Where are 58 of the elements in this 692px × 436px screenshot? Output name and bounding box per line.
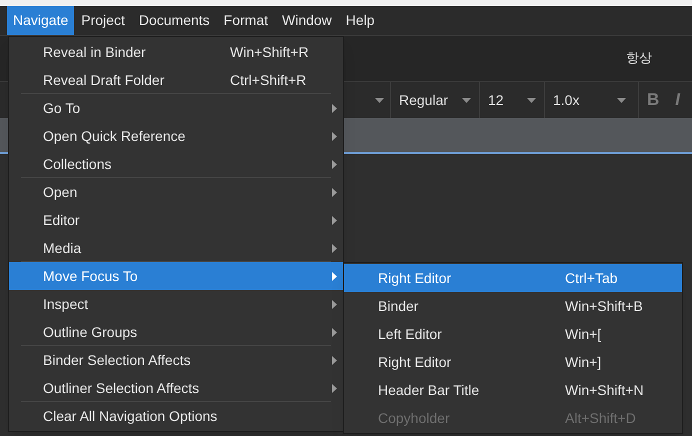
menu-item-label: Open bbox=[43, 182, 78, 202]
shortcut: Ctrl+Shift+R bbox=[230, 70, 306, 90]
menu-item[interactable]: Binder Selection Affects bbox=[9, 346, 343, 374]
menu-bar-item[interactable]: Documents bbox=[132, 6, 217, 35]
caret-icon bbox=[617, 98, 626, 102]
shortcut: Ctrl+Tab bbox=[565, 268, 618, 288]
menu-item[interactable]: Inspect bbox=[9, 290, 343, 318]
menu-item[interactable]: Outliner Selection Affects bbox=[9, 374, 343, 402]
menu-item-label: Binder Selection Affects bbox=[43, 350, 191, 370]
menu-item-label: Media bbox=[43, 238, 82, 258]
menu-bar-item[interactable]: Navigate bbox=[7, 6, 74, 35]
menu-item-label: Right Editor bbox=[378, 352, 452, 372]
menu-item-label: Reveal in Binder bbox=[43, 42, 146, 62]
menu-item[interactable]: Reveal in Binder Win+Shift+R bbox=[9, 38, 343, 66]
menu-item-label: Copyholder bbox=[378, 408, 450, 428]
caret-icon bbox=[462, 98, 471, 102]
menu-item[interactable]: Binder Win+Shift+B bbox=[344, 292, 682, 320]
menu-item-label: Collections bbox=[43, 154, 112, 174]
menu-bar-item[interactable]: Window bbox=[275, 6, 339, 35]
menu-item[interactable]: Reveal Draft Folder Ctrl+Shift+R bbox=[9, 66, 343, 94]
menu-item-label: Editor bbox=[43, 210, 80, 230]
shortcut: Win+[ bbox=[565, 324, 602, 344]
menu-item[interactable]: Editor bbox=[9, 206, 343, 234]
menu-item[interactable]: Media bbox=[9, 234, 343, 262]
menu-bar-item[interactable]: Format bbox=[216, 6, 275, 35]
menu-item[interactable]: Right Editor Win+] bbox=[344, 348, 682, 376]
menu-item[interactable]: Go To bbox=[9, 94, 343, 122]
menu-item-label: Binder bbox=[378, 296, 418, 316]
menu-item-label: Reveal Draft Folder bbox=[43, 70, 164, 90]
caret-icon bbox=[375, 98, 384, 102]
menu-item[interactable]: Right Editor Ctrl+Tab bbox=[344, 264, 682, 292]
menu-item[interactable]: Clear All Navigation Options bbox=[9, 402, 343, 430]
menu-bar-item[interactable]: Project bbox=[74, 6, 132, 35]
menu-item[interactable]: Header Bar Title Win+Shift+N bbox=[344, 376, 682, 404]
menu-item-label: Header Bar Title bbox=[378, 380, 480, 400]
shortcut: Win+] bbox=[565, 352, 602, 372]
shortcut: Win+Shift+R bbox=[230, 42, 309, 62]
menu-item[interactable]: Outline Groups bbox=[9, 318, 343, 346]
menu-item-label: Left Editor bbox=[378, 324, 442, 344]
toolbar-label: 항상 bbox=[626, 50, 652, 68]
shortcut: Alt+Shift+D bbox=[565, 408, 636, 428]
menu-item[interactable]: Collections bbox=[9, 150, 343, 178]
menu-item-label: Go To bbox=[43, 98, 80, 118]
caret-icon bbox=[527, 98, 536, 102]
menu-item-label: Clear All Navigation Options bbox=[43, 406, 218, 426]
menu-item[interactable]: Open Quick Reference bbox=[9, 122, 343, 150]
shortcut: Win+Shift+B bbox=[565, 296, 643, 316]
menu-item-label: Move Focus To bbox=[43, 266, 138, 286]
shortcut: Win+Shift+N bbox=[565, 380, 644, 400]
menu-bar-item[interactable]: Help bbox=[338, 6, 382, 35]
menu-item-label: Outline Groups bbox=[43, 322, 138, 342]
menu-item[interactable]: Left Editor Win+[ bbox=[344, 320, 682, 348]
menu-item-label: Open Quick Reference bbox=[43, 126, 186, 146]
menu-item-label: Right Editor bbox=[378, 268, 452, 288]
menu-item[interactable]: Move Focus To bbox=[9, 262, 343, 290]
menu-item-label: Outliner Selection Affects bbox=[43, 378, 200, 398]
menu-item-label: Inspect bbox=[43, 294, 88, 314]
menu-item[interactable]: Open bbox=[9, 178, 343, 206]
